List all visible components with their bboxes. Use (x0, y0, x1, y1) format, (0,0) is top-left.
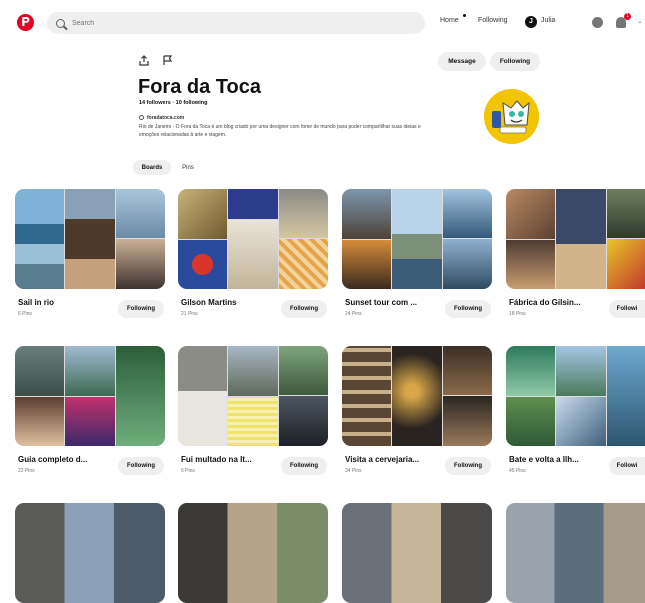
profile-bio: Rio de Janeiro · O Fora da Toca é um blo… (139, 124, 421, 138)
messages-icon[interactable] (592, 17, 603, 28)
board-title[interactable]: Gilson Martins (181, 298, 237, 307)
board-pin-count: 34 Pins (345, 468, 362, 474)
board-collage[interactable] (15, 189, 165, 289)
board-following-button[interactable]: Followi (609, 457, 645, 475)
board-pin-count: 22 Pins (18, 468, 35, 474)
board-title[interactable]: Sail in rio (18, 298, 54, 307)
message-button[interactable]: Message (438, 52, 486, 71)
board-following-button[interactable]: Following (281, 300, 327, 318)
board-collage[interactable] (506, 346, 645, 446)
nav-home-link[interactable]: Home (440, 17, 459, 24)
board-collage[interactable] (15, 503, 165, 603)
board-pin-count: 21 Pins (181, 311, 198, 317)
chevron-down-icon[interactable]: ⌄ (637, 17, 643, 25)
top-navigation-bar: P Home Following J Julia 1 ⌄ (0, 0, 645, 46)
tab-pins[interactable]: Pins (178, 160, 198, 175)
search-input[interactable] (70, 18, 414, 28)
home-notification-dot (463, 14, 466, 17)
nav-following-link[interactable]: Following (478, 17, 508, 24)
follow-profile-button[interactable]: Following (490, 52, 540, 71)
profile-avatar (484, 89, 539, 144)
share-icon[interactable] (139, 55, 149, 69)
tab-boards[interactable]: Boards (133, 160, 171, 175)
board-collage[interactable] (342, 189, 492, 289)
user-avatar[interactable]: J (525, 16, 537, 28)
board-pin-count: 18 Pins (509, 311, 526, 317)
notification-badge: 1 (624, 13, 631, 20)
board-following-button[interactable]: Following (118, 300, 164, 318)
board-pin-count: 24 Pins (345, 311, 362, 317)
website-link[interactable]: foradatoca.com (147, 115, 184, 121)
board-collage[interactable] (178, 503, 328, 603)
board-collage[interactable] (506, 503, 645, 603)
board-following-button[interactable]: Followi (609, 300, 645, 318)
globe-icon (139, 115, 144, 120)
board-pin-count: 45 Pins (509, 468, 526, 474)
board-collage[interactable] (506, 189, 645, 289)
board-title[interactable]: Guia completo d... (18, 455, 87, 464)
profile-website[interactable]: foradatoca.com (139, 115, 184, 121)
board-following-button[interactable]: Following (281, 457, 327, 475)
user-name-link[interactable]: Julia (541, 17, 555, 24)
board-title[interactable]: Sunset tour com ... (345, 298, 417, 307)
profile-title: Fora da Toca (138, 76, 261, 98)
board-following-button[interactable]: Following (445, 457, 491, 475)
board-pin-count: 6 Pins (18, 311, 32, 317)
board-collage[interactable] (15, 346, 165, 446)
board-collage[interactable] (178, 346, 328, 446)
board-following-button[interactable]: Following (118, 457, 164, 475)
board-pin-count: 6 Pins (181, 468, 195, 474)
board-title[interactable]: Bate e volta a Ilh... (509, 455, 579, 464)
board-title[interactable]: Fábrica do Gilsin... (509, 298, 581, 307)
board-collage[interactable] (342, 503, 492, 603)
profile-stats[interactable]: 14 followers · 10 following (139, 100, 207, 106)
board-following-button[interactable]: Following (445, 300, 491, 318)
board-collage[interactable] (342, 346, 492, 446)
search-bar[interactable] (47, 12, 425, 34)
board-collage[interactable] (178, 189, 328, 289)
pinterest-logo-icon[interactable]: P (17, 14, 34, 31)
report-flag-icon[interactable] (163, 55, 173, 69)
board-title[interactable]: Visita a cervejaria... (345, 455, 419, 464)
board-title[interactable]: Fui multado na It... (181, 455, 252, 464)
profile-tools (139, 55, 173, 69)
search-icon (56, 18, 65, 28)
